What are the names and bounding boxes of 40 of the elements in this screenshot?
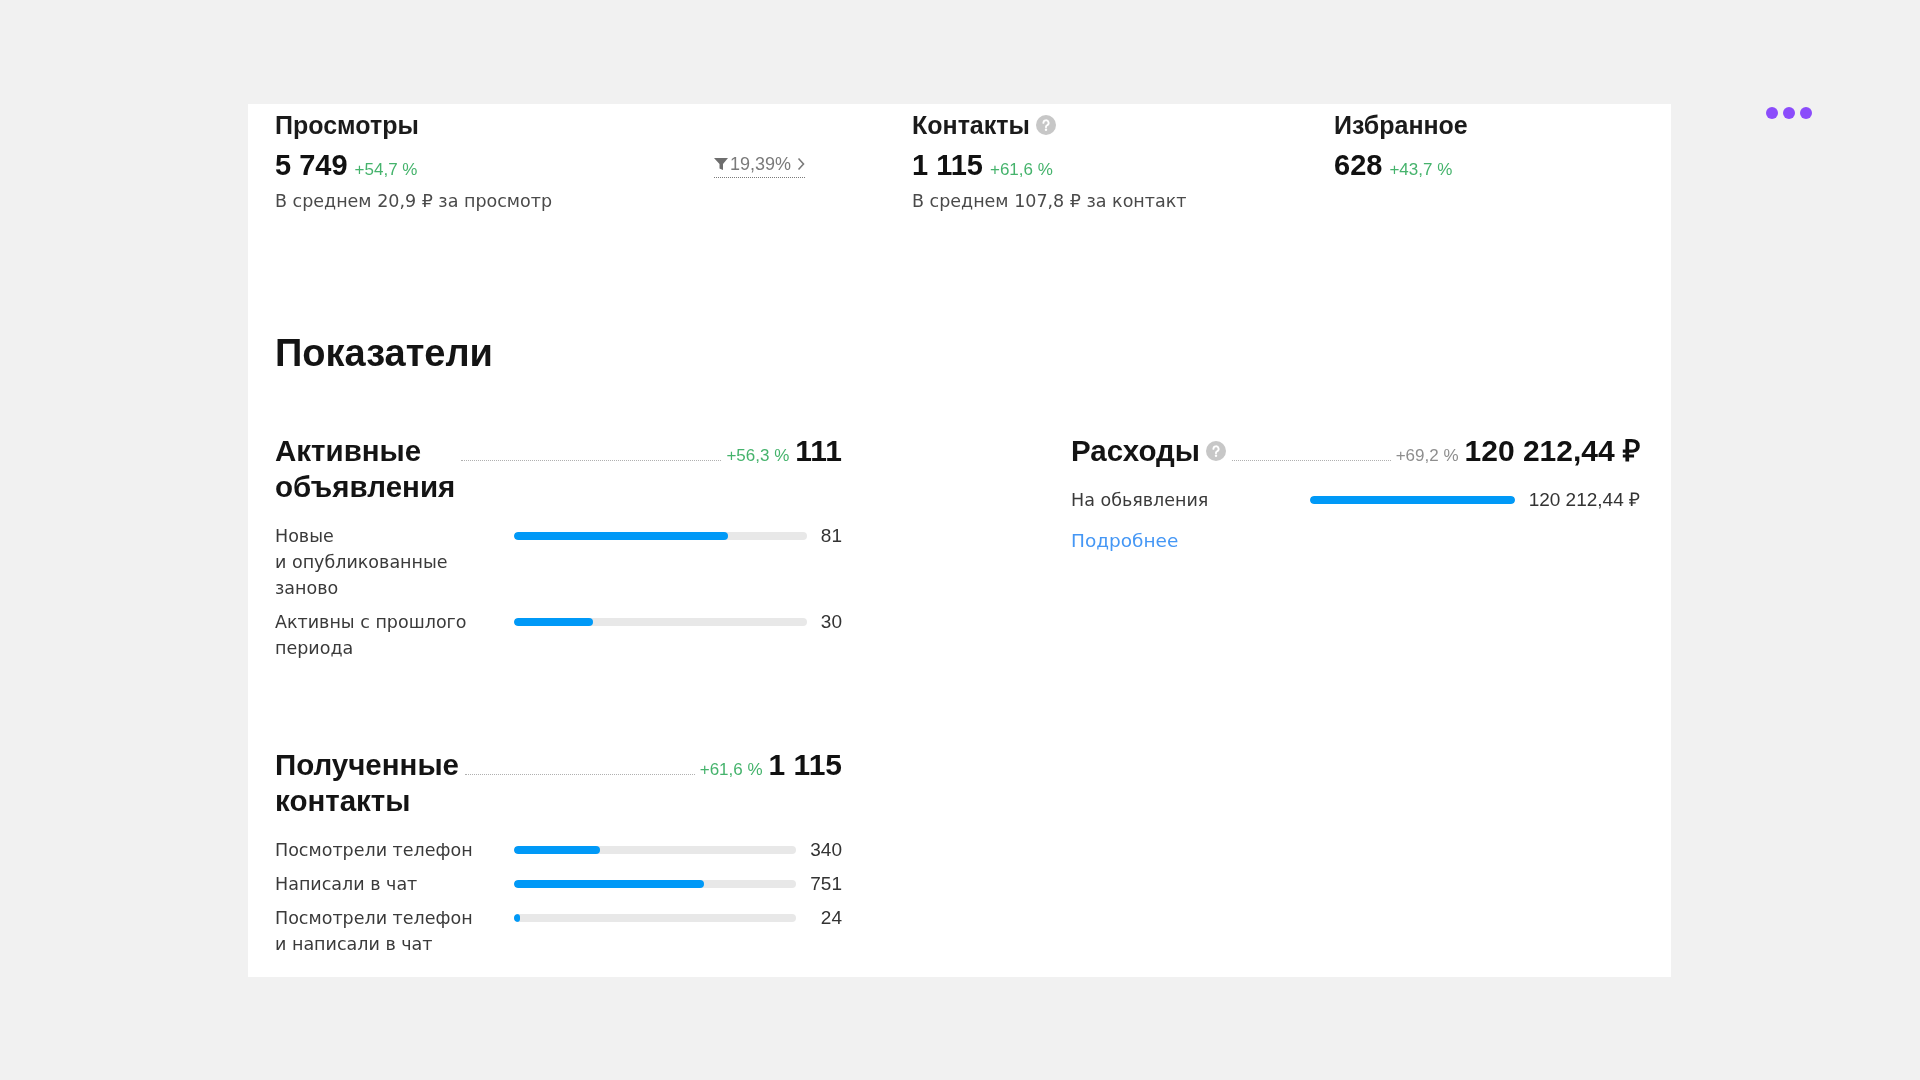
conversion-link[interactable]: 19,39%	[713, 152, 805, 178]
change-percent: +54,7 %	[354, 160, 418, 180]
row-label: Посмотрели телефон и написали в чат	[275, 907, 474, 956]
row-label: Посмотрели телефон	[275, 839, 474, 862]
more-icon[interactable]	[1766, 107, 1812, 119]
change-percent: +69,2 %	[1395, 446, 1459, 466]
stat-value: 1 115	[912, 148, 983, 182]
chevron-icon	[797, 156, 805, 171]
section-heading: Показатели	[275, 331, 493, 375]
metric-title: Полученные контакты	[275, 747, 459, 819]
metric-value: 1 115	[768, 747, 842, 783]
help-icon[interactable]	[1205, 441, 1226, 461]
change-percent: +61,6 %	[990, 160, 1053, 180]
row-label: Новые и опубликованные заново	[275, 525, 449, 600]
funnel-icon	[713, 156, 728, 171]
row-label: Активны с прошлого периода	[275, 611, 468, 660]
metric-value: 111	[795, 433, 842, 469]
stat-title: Контакты	[912, 111, 1030, 139]
row-value: 81	[820, 524, 842, 548]
metric-value: 120 212,44 ₽	[1464, 433, 1640, 469]
row-label: На обьявления	[1071, 489, 1210, 512]
row-value: 30	[820, 610, 842, 634]
change-percent: +61,6 %	[699, 760, 763, 780]
help-icon[interactable]	[1035, 115, 1056, 135]
row-value: 751	[810, 872, 842, 896]
row-value: 24	[819, 906, 842, 930]
row-value: 120 212,44 ₽	[1528, 488, 1640, 512]
stat-title: Просмотры	[275, 111, 419, 139]
row-label: Написали в чат	[275, 873, 419, 896]
row-value: 340	[810, 838, 842, 862]
stat-title: Избранное	[1334, 111, 1468, 139]
average-text: В среднем 107,8 ₽ за контакт	[912, 190, 1187, 212]
metric-title: Расходы	[1071, 433, 1200, 469]
change-percent: +43,7 %	[1389, 160, 1453, 180]
details-link[interactable]: Подробнее	[1071, 528, 1179, 554]
change-percent: +56,3 %	[726, 446, 790, 466]
stat-value: 5 749	[275, 148, 348, 182]
average-text: В среднем 20,9 ₽ за просмотр	[275, 190, 553, 212]
metric-title: Активные объявления	[275, 433, 456, 505]
stat-value: 628	[1334, 148, 1383, 182]
